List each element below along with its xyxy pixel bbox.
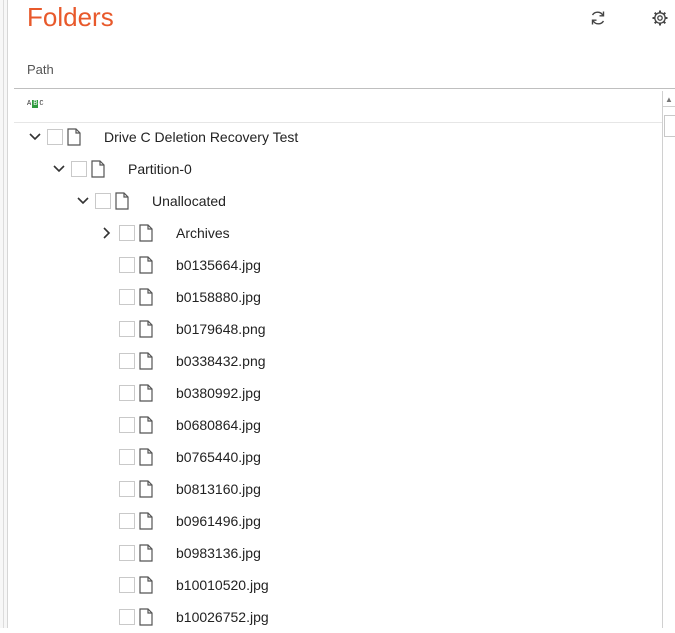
tree-item-file[interactable]: b0983136.jpg: [98, 537, 261, 569]
tree-item-checkbox[interactable]: [47, 129, 63, 145]
file-icon: [139, 224, 155, 242]
file-icon: [91, 160, 107, 178]
file-icon: [139, 320, 155, 338]
tree-item-label: b0135664.jpg: [176, 257, 261, 273]
tree-item-checkbox[interactable]: [119, 321, 135, 337]
tree-item-checkbox[interactable]: [119, 417, 135, 433]
vertical-scrollbar[interactable]: ▲: [662, 91, 675, 628]
file-icon: [139, 576, 155, 594]
tree-item-label: b10026752.jpg: [176, 609, 269, 625]
tree-item-root[interactable]: Drive C Deletion Recovery Test: [26, 121, 298, 153]
tree-item-checkbox[interactable]: [119, 257, 135, 273]
file-icon: [139, 544, 155, 562]
tree-item-checkbox[interactable]: [119, 385, 135, 401]
tree-item-file[interactable]: b0961496.jpg: [98, 505, 261, 537]
tree-item-label: Unallocated: [152, 193, 226, 209]
file-icon: [139, 352, 155, 370]
tree-item-archives[interactable]: Archives: [98, 217, 230, 249]
file-icon: [139, 288, 155, 306]
scroll-thumb[interactable]: [664, 115, 675, 137]
tree-item-label: Drive C Deletion Recovery Test: [104, 129, 299, 145]
tree-item-label: b0380992.jpg: [176, 385, 261, 401]
file-icon: [115, 192, 131, 210]
abc-filter-icon[interactable]: ABC: [27, 99, 44, 109]
tree-item-file[interactable]: b0135664.jpg: [98, 249, 261, 281]
panel-left-border: [0, 0, 8, 628]
tree-item-label: b0983136.jpg: [176, 545, 261, 561]
tree-item-checkbox[interactable]: [119, 577, 135, 593]
tree-item-file[interactable]: b10010520.jpg: [98, 569, 269, 601]
tree-item-label: b0158880.jpg: [176, 289, 261, 305]
tree-item-file[interactable]: b0179648.png: [98, 313, 266, 345]
scroll-up-arrow-icon[interactable]: ▲: [663, 92, 675, 107]
chevron-down-icon[interactable]: [74, 192, 92, 210]
tree-item-label: b0765440.jpg: [176, 449, 261, 465]
tree-item-label: b0338432.png: [176, 353, 266, 369]
file-icon: [139, 384, 155, 402]
tree-item-checkbox[interactable]: [119, 513, 135, 529]
tree-item-checkbox[interactable]: [95, 193, 111, 209]
tree-item-checkbox[interactable]: [119, 609, 135, 625]
file-icon: [67, 128, 83, 146]
tree-item-checkbox[interactable]: [119, 481, 135, 497]
file-icon: [139, 480, 155, 498]
tree-item-file[interactable]: b0380992.jpg: [98, 377, 261, 409]
tree-item-checkbox[interactable]: [119, 353, 135, 369]
tree-item-label: b0179648.png: [176, 321, 266, 337]
settings-gear-icon[interactable]: [650, 8, 670, 28]
path-column-header[interactable]: Path: [27, 62, 54, 77]
tree-item-label: b0813160.jpg: [176, 481, 261, 497]
file-icon: [139, 448, 155, 466]
tree-item-file[interactable]: b0813160.jpg: [98, 473, 261, 505]
tree-item-unallocated[interactable]: Unallocated: [74, 185, 226, 217]
tree-item-checkbox[interactable]: [119, 449, 135, 465]
tree-item-checkbox[interactable]: [119, 545, 135, 561]
refresh-icon[interactable]: [588, 8, 608, 28]
tree-item-file[interactable]: b0765440.jpg: [98, 441, 261, 473]
chevron-down-icon[interactable]: [26, 128, 44, 146]
tree-item-label: Archives: [176, 225, 230, 241]
tree-item-label: b0961496.jpg: [176, 513, 261, 529]
tree-item-label: b0680864.jpg: [176, 417, 261, 433]
tree-item-checkbox[interactable]: [71, 161, 87, 177]
filter-row[interactable]: ABC: [14, 88, 675, 123]
file-icon: [139, 512, 155, 530]
tree-item-label: b10010520.jpg: [176, 577, 269, 593]
file-icon: [139, 256, 155, 274]
tree-item-file[interactable]: b0680864.jpg: [98, 409, 261, 441]
tree-item-file[interactable]: b0158880.jpg: [98, 281, 261, 313]
tree-item-checkbox[interactable]: [119, 225, 135, 241]
tree-item-file[interactable]: b10026752.jpg: [98, 601, 269, 633]
panel-title: Folders: [27, 2, 114, 32]
file-icon: [139, 416, 155, 434]
tree-item-label: Partition-0: [128, 161, 192, 177]
tree-item-checkbox[interactable]: [119, 289, 135, 305]
tree-item-partition[interactable]: Partition-0: [50, 153, 192, 185]
chevron-down-icon[interactable]: [50, 160, 68, 178]
chevron-right-icon[interactable]: [98, 224, 116, 242]
file-icon: [139, 608, 155, 626]
tree-item-file[interactable]: b0338432.png: [98, 345, 266, 377]
